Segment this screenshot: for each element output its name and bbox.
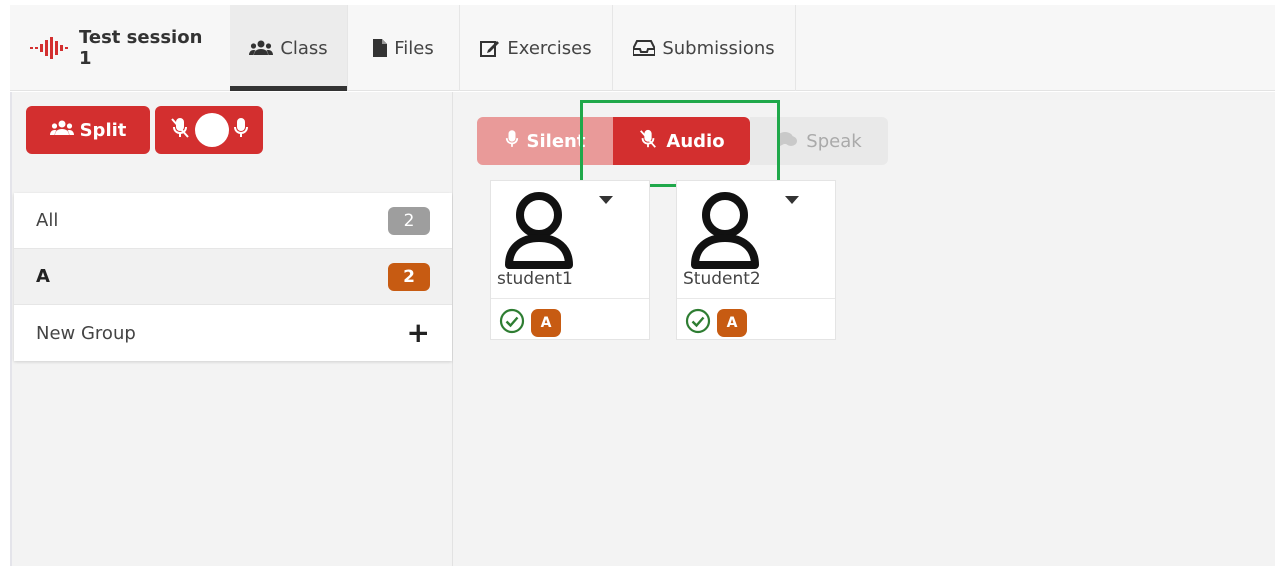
file-icon <box>373 39 388 57</box>
user-avatar-icon <box>499 187 579 271</box>
mic-off-icon <box>169 117 191 144</box>
tab-exercises-label: Exercises <box>507 37 592 59</box>
group-count-badge: 2 <box>388 206 430 235</box>
student-name: Student2 <box>683 269 761 289</box>
split-button-label: Split <box>79 119 127 141</box>
mode-speak-label: Speak <box>806 130 862 152</box>
student-status: A <box>685 308 747 338</box>
check-circle-icon <box>499 308 525 338</box>
group-list: All 2 A 2 New Group + <box>14 193 452 361</box>
group-label: A <box>36 266 50 287</box>
toggle-knob[interactable] <box>195 113 229 147</box>
group-label: All <box>36 210 59 231</box>
mode-silent-label: Silent <box>526 130 586 152</box>
caret-down-icon[interactable] <box>599 196 613 204</box>
mic-icon <box>505 129 519 154</box>
user-avatar-icon <box>685 187 765 271</box>
mic-icon <box>233 117 249 144</box>
new-group-item[interactable]: New Group + <box>14 305 452 361</box>
tab-submissions-label: Submissions <box>662 37 775 59</box>
check-circle-icon <box>685 308 711 338</box>
group-icon <box>49 120 74 141</box>
student-name: student1 <box>497 269 573 289</box>
card-divider <box>491 298 649 299</box>
groups-panel: Split All 2 A 2 New Group + <box>10 92 453 566</box>
edit-icon <box>480 39 500 57</box>
plus-icon[interactable]: + <box>407 319 430 347</box>
top-nav: Test session 1 Class Files Exercises Sub… <box>10 5 1275 91</box>
student-card[interactable]: Student2 A <box>676 180 836 340</box>
tab-submissions[interactable]: Submissions <box>613 5 796 91</box>
mic-toggle[interactable] <box>155 106 263 154</box>
student-card[interactable]: student1 A <box>490 180 650 340</box>
card-divider <box>677 298 835 299</box>
group-item-all[interactable]: All 2 <box>14 193 452 249</box>
inbox-icon <box>633 40 656 56</box>
group-badge: A <box>531 309 561 337</box>
group-count-badge: 2 <box>388 262 430 291</box>
student-status: A <box>499 308 561 338</box>
group-badge: A <box>717 309 747 337</box>
tab-files[interactable]: Files <box>348 5 460 91</box>
session-title-label: Test session 1 <box>79 27 203 69</box>
soundwave-icon <box>30 37 72 59</box>
group-icon <box>249 40 274 56</box>
session-title[interactable]: Test session 1 <box>30 5 220 91</box>
group-item-a[interactable]: A 2 <box>14 249 452 305</box>
tab-class[interactable]: Class <box>230 5 348 91</box>
tab-exercises[interactable]: Exercises <box>460 5 613 91</box>
tab-files-label: Files <box>394 37 434 59</box>
split-button[interactable]: Split <box>26 106 150 154</box>
new-group-label: New Group <box>36 322 136 344</box>
highlight-box <box>580 100 780 187</box>
tab-class-label: Class <box>280 37 328 59</box>
caret-down-icon[interactable] <box>785 196 799 204</box>
